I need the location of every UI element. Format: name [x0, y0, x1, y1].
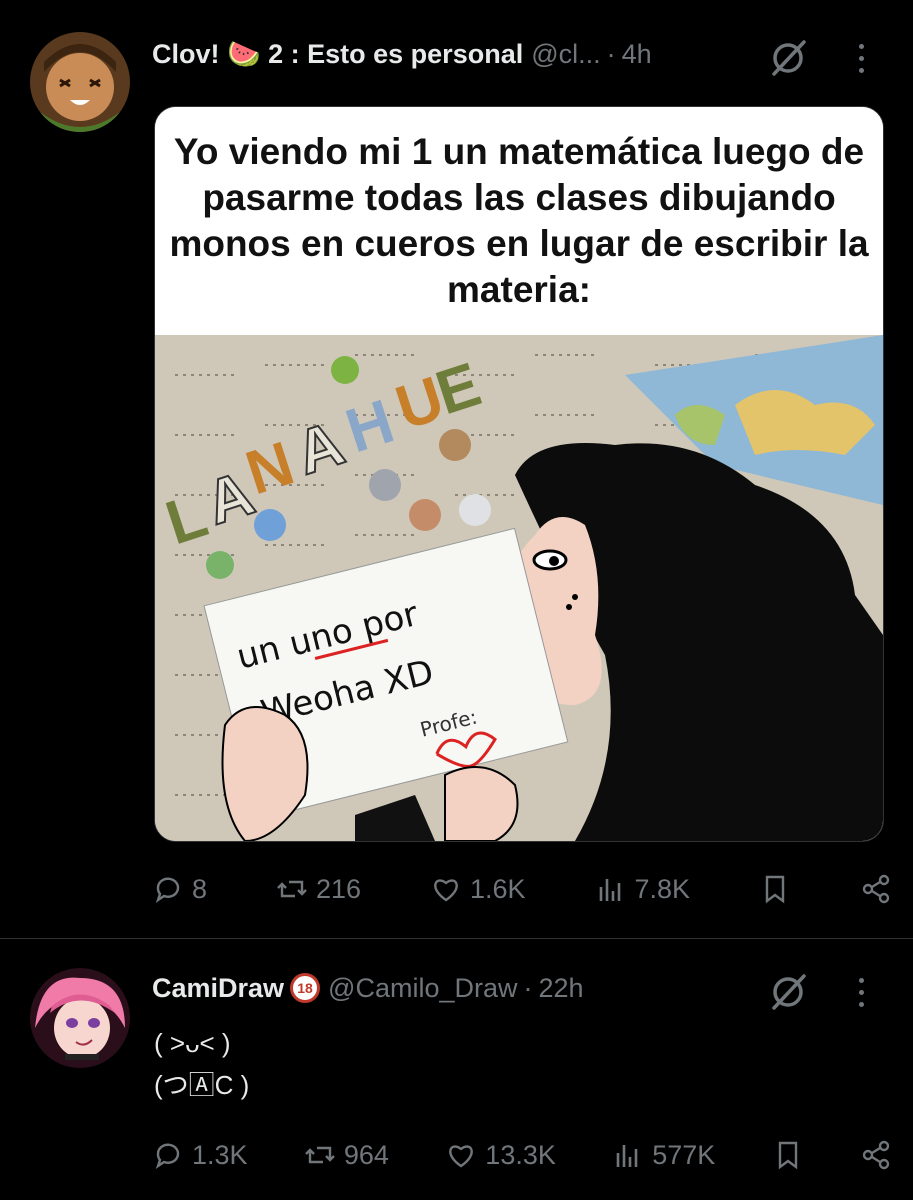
reply-text-line-2: (つ🄰C ): [154, 1070, 250, 1100]
post-1-actions: 8 216 1.6K 7.8K: [152, 864, 892, 914]
like-icon: [449, 1145, 474, 1168]
meme-caption: Yo viendo mi 1 un matemática luego de pa…: [155, 107, 883, 335]
bookmark-button[interactable]: [759, 873, 791, 905]
post-2-header: CamiDraw 18 @Camilo_Draw · 22h: [152, 968, 873, 1008]
bookmark-button[interactable]: [772, 1139, 804, 1171]
reply-count: 1.3K: [192, 1139, 248, 1170]
like-button[interactable]: 13.3K: [445, 1139, 556, 1171]
share-icon: [862, 1140, 890, 1170]
reply-button[interactable]: 1.3K: [152, 1139, 248, 1171]
repost-count: 216: [315, 873, 362, 904]
grok-icon[interactable]: [766, 970, 810, 1014]
repost-button[interactable]: 216: [276, 873, 361, 905]
age-badge: 18: [290, 973, 321, 1003]
like-count: 13.3K: [485, 1139, 556, 1170]
views-button[interactable]: 577K: [612, 1139, 715, 1171]
share-button[interactable]: [860, 1139, 892, 1171]
views-count: 7.8K: [634, 873, 691, 904]
grok-icon[interactable]: [766, 36, 810, 80]
more-icon[interactable]: [856, 44, 866, 78]
author-handle[interactable]: @cl...: [531, 39, 600, 70]
meme-illustration: L A N A H U E un uno por Weoha XD Profe:: [155, 335, 883, 841]
reply-icon: [155, 1143, 180, 1169]
views-icon: [616, 1145, 638, 1167]
avatar-clov[interactable]: [30, 32, 130, 132]
avatar-camidraw[interactable]: [30, 968, 130, 1068]
bookmark-icon: [765, 875, 785, 904]
meme-image[interactable]: Yo viendo mi 1 un matemática luego de pa…: [154, 106, 884, 842]
post-1-header: Clov! 🍉 2 : Esto es personal @cl... · 4h: [152, 34, 873, 74]
bookmark-icon: [778, 1141, 797, 1170]
reply-button[interactable]: 8: [152, 873, 207, 905]
author-name[interactable]: CamiDraw: [152, 973, 284, 1004]
repost-button[interactable]: 964: [304, 1139, 389, 1171]
reply-text-line-1: ( ˃ᴗ˂ ): [154, 1028, 231, 1058]
author-handle[interactable]: @Camilo_Draw: [328, 973, 517, 1004]
separator-dot: ·: [523, 972, 533, 1003]
more-icon[interactable]: [856, 978, 866, 1012]
author-name[interactable]: Clov! 🍉 2 : Esto es personal: [152, 38, 523, 70]
reply-count: 8: [192, 873, 208, 904]
reply-icon: [155, 877, 180, 903]
post-time[interactable]: 4h: [622, 39, 652, 70]
post-time[interactable]: 22h: [539, 973, 584, 1004]
views-count: 577K: [652, 1139, 716, 1170]
views-icon: [599, 879, 620, 901]
separator-dot: ·: [606, 38, 616, 69]
like-count: 1.6K: [470, 873, 526, 904]
like-button[interactable]: 1.6K: [430, 873, 526, 905]
views-button[interactable]: 7.8K: [595, 873, 691, 905]
repost-icon: [277, 880, 307, 898]
repost-icon: [305, 1146, 335, 1164]
share-button[interactable]: [860, 873, 892, 905]
like-icon: [434, 879, 458, 902]
post-2-actions: 1.3K 964 13.3K 577K: [152, 1130, 892, 1180]
share-icon: [862, 874, 890, 904]
post-divider: [0, 938, 913, 939]
repost-count: 964: [343, 1139, 389, 1170]
